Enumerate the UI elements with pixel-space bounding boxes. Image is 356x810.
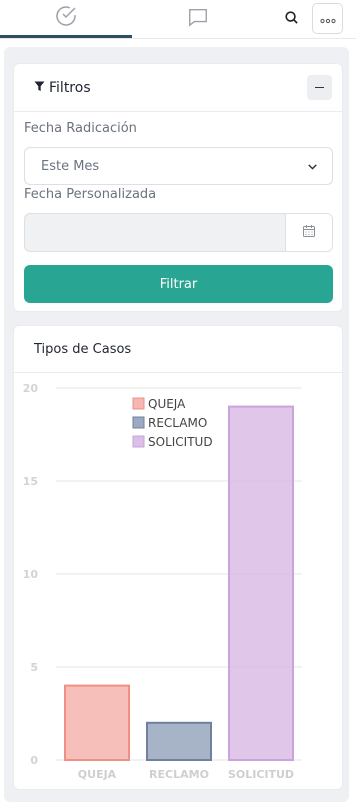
date-range-value: Este Mes <box>41 158 100 174</box>
filters-header: Filtros <box>14 64 342 112</box>
search-button[interactable] <box>278 6 304 32</box>
y-tick-label: 0 <box>30 754 38 767</box>
filters-title: Filtros <box>34 80 91 96</box>
x-tick-label: SOLICITUD <box>228 768 294 781</box>
case-types-chart: 0 5 10 15 20 QUEJA RECLAMO SOLICITUD QUEJA RECLAM… <box>23 382 302 781</box>
date-range-select[interactable]: Este Mes <box>24 147 333 185</box>
chart-header: Tipos de Casos <box>14 326 342 373</box>
filter-button[interactable]: Filtrar <box>24 265 333 303</box>
calendar-icon <box>302 223 316 242</box>
top-bar <box>0 0 356 39</box>
search-icon <box>284 10 299 29</box>
bar-reclamo <box>146 721 212 761</box>
x-tick-label: QUEJA <box>78 768 117 781</box>
y-tick-label: 5 <box>30 661 38 674</box>
legend-label: RECLAMO <box>148 416 207 430</box>
bar-queja <box>64 684 130 762</box>
legend-swatch <box>132 416 145 429</box>
legend-swatch <box>132 435 145 448</box>
filter-icon <box>34 80 45 96</box>
y-tick-label: 20 <box>23 382 39 395</box>
chat-icon <box>187 6 209 32</box>
legend-label: SOLICITUD <box>148 435 213 449</box>
x-tick-label: RECLAMO <box>149 768 209 781</box>
more-options-button[interactable] <box>312 3 343 34</box>
chevron-down-icon <box>306 160 319 177</box>
legend-swatch <box>132 397 145 410</box>
filters-title-text: Filtros <box>49 79 91 96</box>
collapse-button[interactable] <box>307 75 332 100</box>
tab-chat[interactable] <box>132 0 264 38</box>
chart-title: Tipos de Casos <box>34 341 132 357</box>
filters-card: Filtros Fecha Radicación Este Mes Fecha … <box>13 63 343 312</box>
date-filter-label: Fecha Radicación <box>24 121 137 136</box>
case-types-card: Tipos de Casos 0 5 10 15 20 QUEJA RECLAMO SOLIC… <box>13 325 343 790</box>
check-circle-icon <box>54 4 78 32</box>
legend-label: QUEJA <box>148 397 186 411</box>
minus-icon <box>315 86 324 89</box>
y-tick-label: 15 <box>23 475 38 488</box>
calendar-button[interactable] <box>285 214 332 251</box>
y-tick-label: 10 <box>23 568 39 581</box>
custom-date-label: Fecha Personalizada <box>24 187 157 202</box>
tab-cases[interactable] <box>0 0 132 38</box>
more-dots-icon <box>319 9 336 28</box>
bar-solicitud <box>228 405 294 761</box>
custom-date-input[interactable] <box>24 213 333 252</box>
